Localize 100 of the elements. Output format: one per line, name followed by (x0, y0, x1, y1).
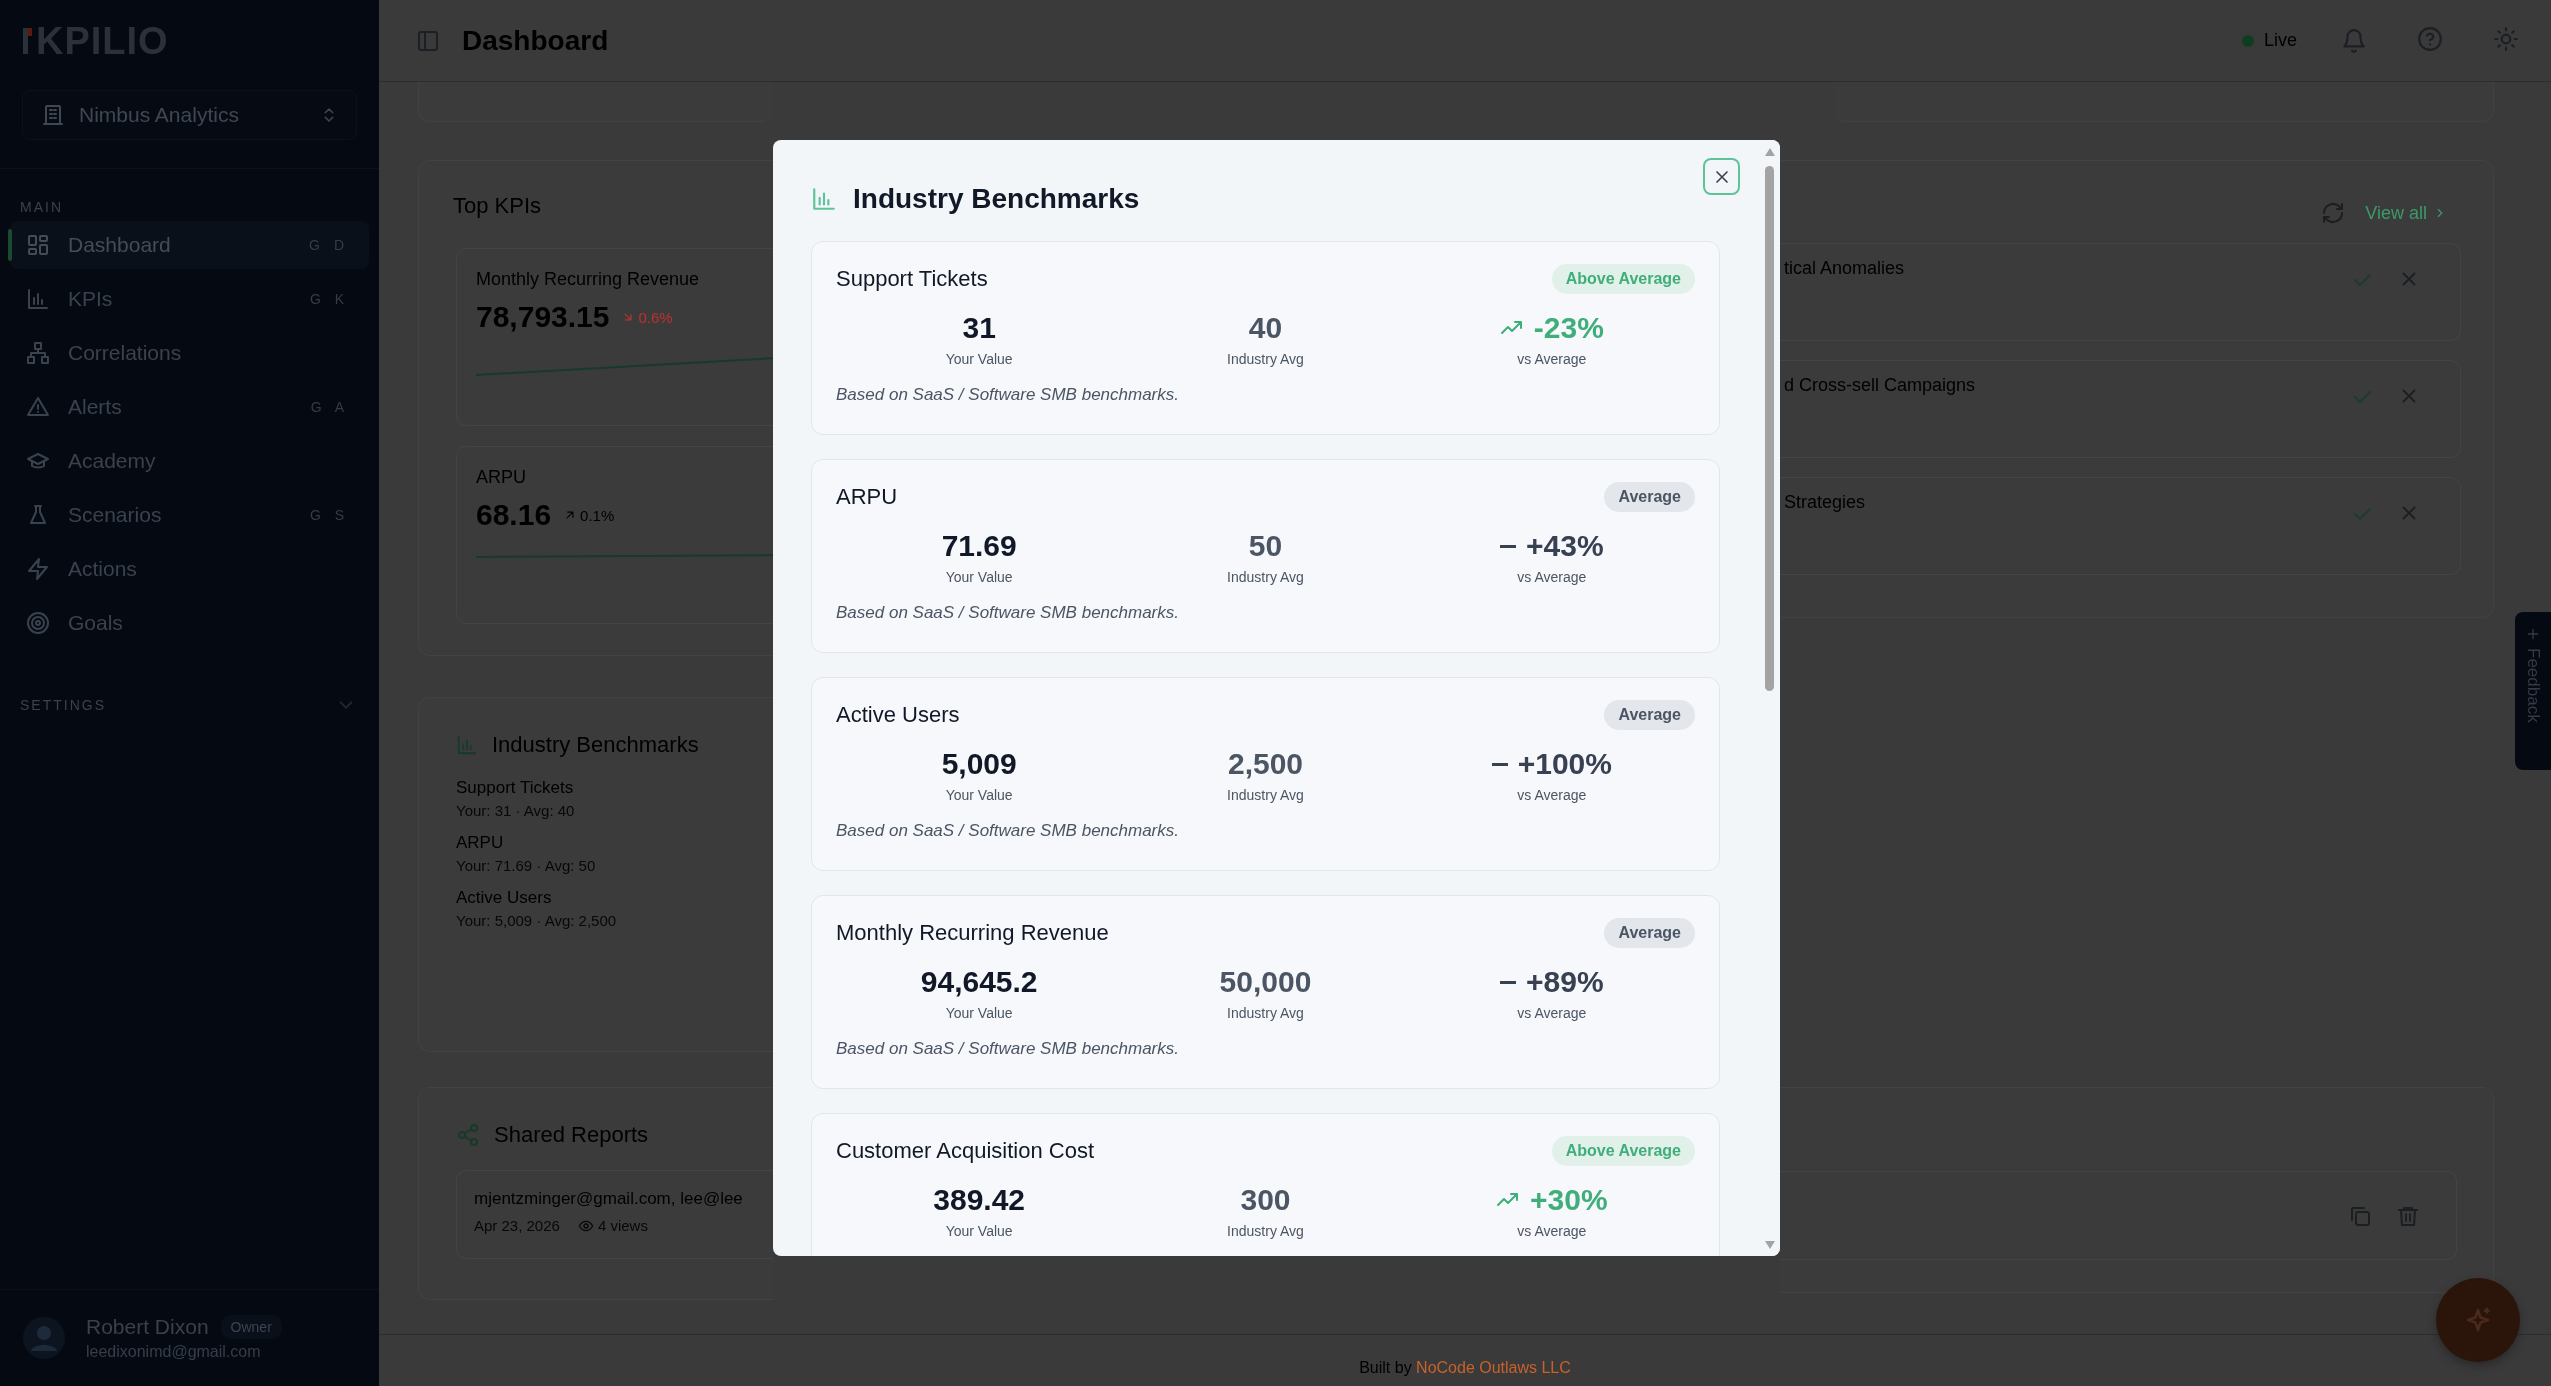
workspace-switcher[interactable]: Nimbus Analytics (22, 90, 357, 140)
industry-average: 40 (1247, 310, 1284, 346)
dialog-title: Industry Benchmarks (853, 183, 1140, 215)
share-icon (456, 1123, 480, 1147)
page-title: Dashboard (462, 24, 610, 57)
industry-average: 2,500 (1226, 746, 1305, 782)
industry-average: 50 (1247, 528, 1284, 564)
nav-item[interactable]: Correlations (10, 329, 369, 377)
benchmark-note: Based on SaaS / Software SMB benchmarks. (836, 1038, 1180, 1060)
status-label: Live (2263, 30, 2297, 51)
sidebar-toggle-icon[interactable] (416, 28, 440, 53)
panel-title: Shared Reports (494, 1122, 649, 1148)
help-icon (2417, 25, 2443, 52)
value-label: vs Average (1516, 1222, 1588, 1240)
value-label: vs Average (1516, 350, 1588, 368)
value-label: Your Value (944, 1004, 1014, 1022)
rating-badge: Above Average (1551, 264, 1695, 294)
user-email: leedixonimd@gmail.com (86, 1343, 262, 1361)
target-icon (26, 611, 50, 635)
hierarchy-icon (26, 341, 50, 365)
value-label: vs Average (1516, 786, 1588, 804)
nav-item[interactable]: Actions (10, 545, 369, 593)
panel-title: Industry Benchmarks (492, 732, 699, 758)
kpi-value: 68.16 (476, 498, 552, 532)
your-value: 94,645.2 (919, 964, 1039, 1000)
kpi-name: ARPU (476, 467, 527, 488)
benchmark-title: Support Tickets (836, 266, 988, 292)
panel-title: Top KPIs (452, 192, 543, 218)
your-value: 71.69 (940, 528, 1018, 564)
action-title: Strategies (1784, 492, 1866, 513)
difference-value: +100% (1517, 746, 1612, 782)
value-label: Your Value (944, 568, 1014, 586)
kpi-change: 0.1% (580, 506, 615, 524)
scrollbar-thumb[interactable] (1765, 166, 1774, 691)
footer-credit: Built by NoCode Outlaws LLC (1359, 1359, 1571, 1378)
refresh-icon (2321, 201, 2346, 225)
rating-badge: Average (1604, 918, 1695, 948)
status-dot (2241, 34, 2254, 47)
kpi-change: 0.6% (638, 308, 673, 326)
value-label: Your Value (944, 1222, 1014, 1240)
user-name: Robert Dixon (86, 1315, 209, 1339)
plus-icon (2525, 626, 2541, 642)
scroll-down-icon[interactable] (1764, 1240, 1776, 1250)
avatar-icon (22, 1316, 66, 1360)
nav-item[interactable]: Academy (10, 437, 369, 485)
benchmark-note: Based on SaaS / Software SMB benchmarks. (836, 820, 1180, 842)
dash-icon (1500, 544, 1517, 548)
difference-value: +89% (1526, 964, 1604, 1000)
bar-chart-icon (811, 186, 837, 212)
view-all-link[interactable]: View all (2365, 202, 2447, 224)
action-title: d Cross-sell Campaigns (1784, 375, 1976, 396)
benchmark-title: Customer Acquisition Cost (836, 1138, 1094, 1164)
close-button[interactable] (1703, 158, 1740, 195)
rating-badge: Average (1604, 700, 1695, 730)
dash-icon (1491, 762, 1508, 766)
your-value: 5,009 (940, 746, 1018, 782)
rating-badge: Above Average (1551, 1136, 1695, 1166)
grid-icon (26, 233, 50, 257)
benchmark-title: ARPU (836, 484, 898, 510)
kpi-card[interactable]: ARPU 68.16 0.1% (456, 446, 773, 624)
your-value: 31 (961, 310, 997, 346)
benchmark-title: Active Users (836, 702, 960, 728)
building-icon (41, 103, 65, 127)
value-label: vs Average (1516, 1004, 1588, 1022)
scroll-up-icon[interactable] (1764, 147, 1776, 157)
section-label: SETTINGS (20, 697, 106, 713)
value-label: Industry Avg (1226, 786, 1305, 804)
footer-link[interactable]: NoCode Outlaws LLC (1416, 1359, 1571, 1376)
benchmark-note: Based on SaaS / Software SMB benchmarks. (836, 384, 1180, 406)
benchmark-note: Based on SaaS / Software SMB benchmarks. (836, 602, 1180, 624)
difference-value: +30% (1530, 1182, 1608, 1218)
bar-chart-icon (456, 734, 478, 756)
value-label: Your Value (944, 786, 1014, 804)
value-label: vs Average (1516, 568, 1588, 586)
bell-icon (2341, 27, 2367, 54)
value-label: Industry Avg (1226, 568, 1305, 586)
sun-icon (2493, 25, 2519, 52)
kpi-card[interactable]: Monthly Recurring Revenue 78,793.15 0.6% (456, 248, 773, 426)
nav-item[interactable]: Goals (10, 599, 369, 647)
value-label: Industry Avg (1226, 1222, 1305, 1240)
dash-icon (1500, 980, 1517, 984)
kpi-value: 78,793.15 (476, 300, 610, 334)
role-badge: Owner (220, 1315, 282, 1339)
benchmark-title: Monthly Recurring Revenue (836, 920, 1109, 946)
your-value: 389.42 (932, 1182, 1027, 1218)
section-label: MAIN (19, 198, 64, 217)
bar-chart-icon (26, 287, 50, 311)
industry-average: 50,000 (1218, 964, 1313, 1000)
industry-average: 300 (1239, 1182, 1292, 1218)
benchmark-name: Support Tickets (456, 778, 575, 798)
kpi-name: Monthly Recurring Revenue (476, 269, 701, 290)
report-card[interactable] (1780, 1171, 2457, 1260)
value-label: Industry Avg (1226, 350, 1305, 368)
benchmark-name: ARPU (456, 833, 505, 853)
difference-value: -23% (1533, 310, 1604, 346)
difference-value: +43% (1526, 528, 1604, 564)
rating-badge: Average (1604, 482, 1695, 512)
lightning-icon (26, 557, 50, 581)
action-title: tical Anomalies (1784, 258, 1905, 279)
warning-icon (26, 395, 50, 419)
